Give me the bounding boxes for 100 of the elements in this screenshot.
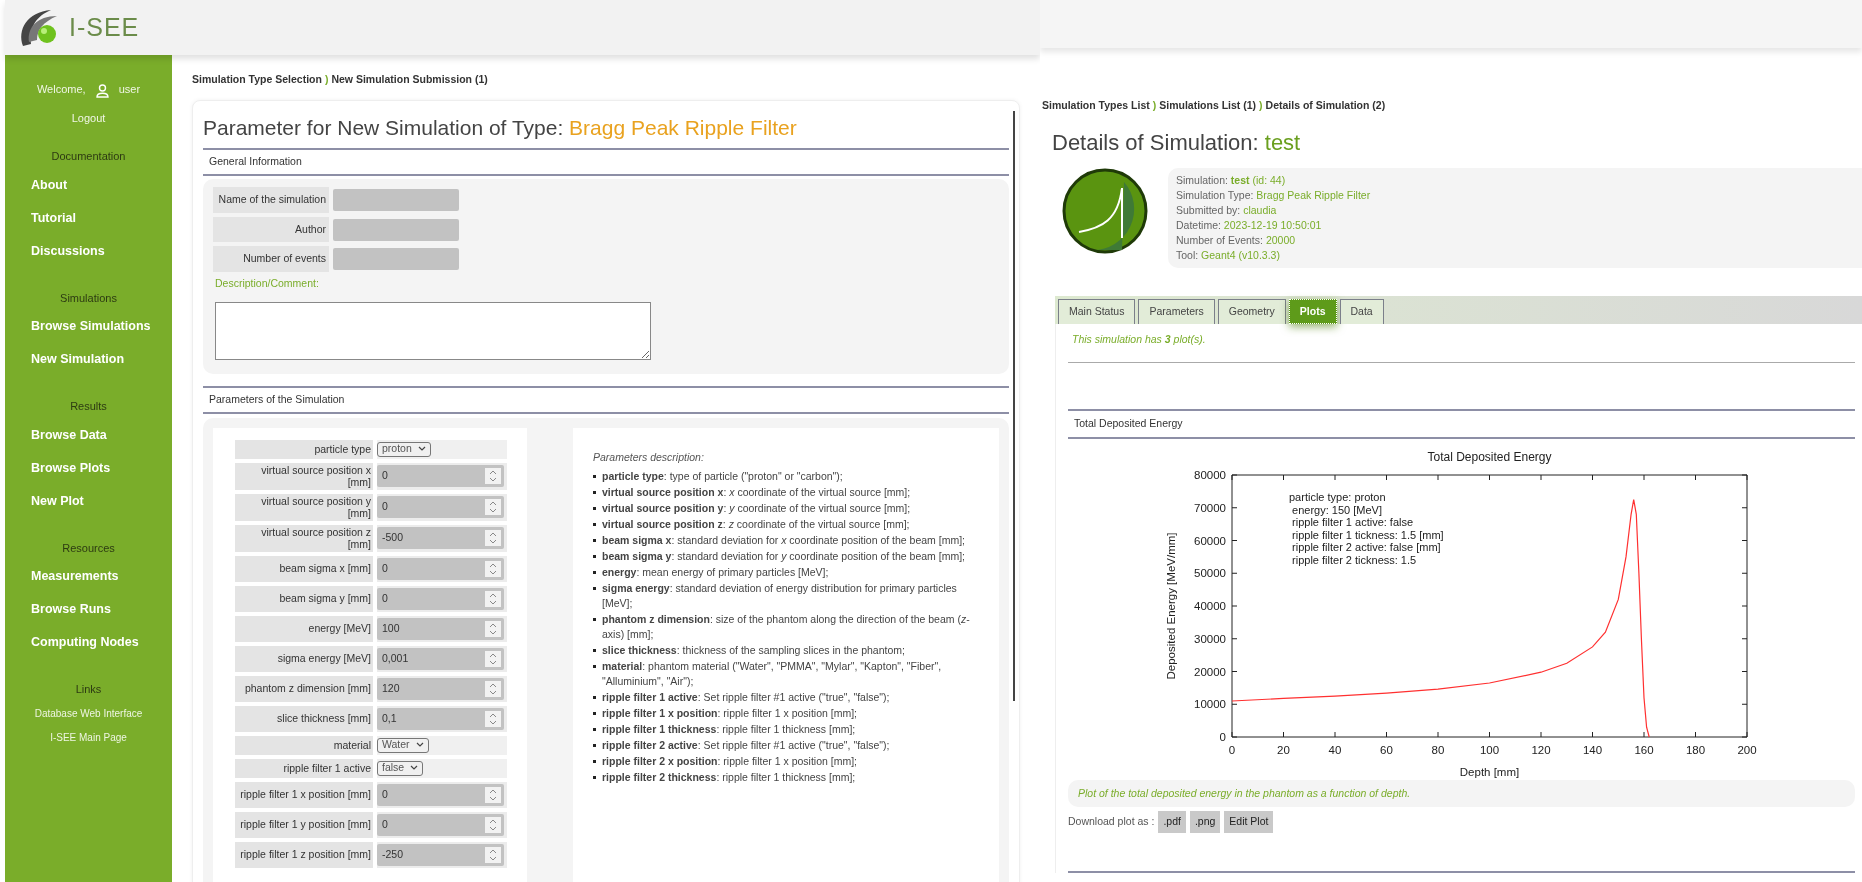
input-field[interactable]	[333, 218, 459, 241]
number-field[interactable]: 0	[377, 465, 504, 488]
tick-label: 120	[1530, 743, 1551, 756]
number-field[interactable]: -250	[377, 843, 504, 866]
section-header: General Information	[203, 148, 1009, 176]
tick-label: 80000	[1193, 468, 1226, 481]
field-label: particle type	[235, 439, 373, 459]
info-line: Simulation: test (id: 44)	[1176, 173, 1287, 189]
number-field[interactable]: 0,1	[377, 707, 504, 730]
field-label: phantom z dimension [mm]	[235, 675, 373, 702]
spin-button[interactable]	[485, 650, 501, 667]
bullet-icon	[593, 539, 596, 543]
spin-button[interactable]	[485, 846, 501, 863]
curve-logo-icon	[1062, 168, 1148, 255]
input-field[interactable]	[333, 248, 459, 271]
bullet-icon	[593, 618, 596, 622]
description-text: energy: mean energy of primary particles [MeV];	[602, 565, 829, 581]
spin-button[interactable]	[485, 560, 501, 577]
bullet-icon	[593, 696, 596, 700]
spin-button[interactable]	[485, 786, 501, 803]
bullet-icon	[593, 712, 596, 716]
number-field[interactable]: 120	[377, 677, 504, 700]
spin-button[interactable]	[485, 590, 501, 607]
info-line: Tool: Geant4 (v10.3.3)	[1176, 248, 1281, 264]
download-button[interactable]: .png	[1189, 811, 1221, 834]
sidebar-heading: Simulations	[59, 290, 118, 306]
tab[interactable]: Main Status	[1058, 299, 1136, 325]
field-label: Name of the simulation	[213, 186, 329, 213]
bullet-icon	[593, 555, 596, 559]
breadcrumb-separator: )	[1152, 98, 1157, 113]
select-field[interactable]: Water	[377, 737, 429, 753]
tab[interactable]: Parameters	[1138, 299, 1215, 325]
caret-icon	[417, 446, 426, 453]
page-title: Details of Simulation: test	[1052, 129, 1302, 157]
bullet-icon	[593, 728, 596, 732]
breadcrumb-current: New Simulation Submission (1)	[331, 72, 488, 87]
tick-label: 60	[1379, 743, 1393, 756]
spin-button[interactable]	[485, 530, 501, 547]
spin-button[interactable]	[485, 680, 501, 697]
tick-label: 10000	[1193, 697, 1226, 710]
info-line: Simulation Type: Bragg Peak Ripple Filter	[1176, 188, 1372, 204]
field-label: virtual source position y [mm]	[235, 493, 373, 521]
field-label: virtual source position x [mm]	[235, 462, 373, 490]
description-text: beam sigma x: standard deviation for x coordinate position of the beam [mm];	[602, 533, 966, 549]
number-field[interactable]: 0	[377, 496, 504, 519]
info-line: Datetime: 2023-12-19 10:50:01	[1176, 218, 1323, 234]
spin-button[interactable]	[485, 499, 501, 516]
breadcrumb-link[interactable]: Simulations List (1)	[1159, 98, 1257, 114]
number-field[interactable]: 0,001	[377, 647, 504, 670]
annotation-line: energy: 150 [MeV]	[1291, 503, 1382, 516]
tick-label: 80	[1431, 743, 1444, 756]
annotation-line: ripple filter 1 tickness: 1.5 [mm]	[1291, 528, 1444, 541]
description-title: Parameters description:	[593, 449, 705, 465]
number-field[interactable]: -500	[377, 527, 504, 550]
field-label: slice thickness [mm]	[235, 705, 373, 732]
field-label: ripple filter 1 y position [mm]	[235, 811, 373, 838]
field-label: sigma energy [MeV]	[235, 645, 373, 672]
description-text: virtual source position y: y coordinate of the virtual source [mm];	[602, 501, 911, 517]
number-field[interactable]: 0	[377, 557, 504, 580]
plot-count-text: This simulation has 3 plot(s).	[1072, 332, 1207, 348]
comment-field[interactable]	[215, 301, 651, 360]
number-field[interactable]: 100	[377, 617, 504, 640]
spin-button[interactable]	[485, 468, 501, 485]
breadcrumb-link[interactable]: Simulation Type Selection	[192, 72, 322, 92]
scrollbar[interactable]	[1013, 111, 1015, 701]
spin-button[interactable]	[485, 620, 501, 637]
download-button[interactable]: Edit Plot	[1224, 811, 1274, 834]
breadcrumb-separator: )	[1259, 98, 1263, 113]
field-label: ripple filter 1 active	[235, 758, 373, 778]
bullet-icon	[593, 649, 596, 653]
sidebar-heading: Links	[74, 682, 103, 697]
select-field[interactable]: false	[377, 760, 424, 776]
description-text: ripple filter 1 thickness: ripple filter 1 thickness [mm];	[602, 722, 856, 738]
welcome-text: Welcome,	[36, 82, 86, 97]
description-text: slice thickness: thickness of the sampling slices in the phantom;	[602, 643, 905, 659]
user-icon	[95, 83, 109, 98]
tick-label: 30000	[1193, 632, 1226, 645]
info-line: Number of Events: 20000	[1176, 233, 1297, 249]
breadcrumb-link[interactable]: Simulation Types List	[1042, 98, 1150, 114]
input-field[interactable]	[333, 188, 459, 211]
field-label: ripple filter 1 x position [mm]	[235, 781, 373, 808]
tab[interactable]: Geometry	[1217, 299, 1286, 325]
bullet-icon	[593, 507, 596, 511]
description-text: particle type: type of particle ("proton" or "carbon");	[602, 469, 843, 485]
number-field[interactable]: 0	[377, 783, 504, 806]
select-field[interactable]: proton	[377, 441, 431, 457]
field-label: ripple filter 1 z position [mm]	[235, 841, 373, 868]
description-text: ripple filter 2 x position: ripple filter 1 x position [mm];	[602, 754, 857, 770]
spin-button[interactable]	[485, 816, 501, 833]
field-label: energy [MeV]	[235, 615, 373, 642]
number-field[interactable]: 0	[377, 587, 504, 610]
description-text: virtual source position x: x coordinate of the virtual source [mm];	[602, 485, 911, 501]
spin-button[interactable]	[485, 710, 501, 727]
tab[interactable]: Data	[1339, 299, 1384, 325]
number-field[interactable]: 0	[377, 813, 504, 836]
download-button[interactable]: .pdf	[1158, 811, 1186, 834]
bullet-icon	[593, 744, 596, 748]
description-text: ripple filter 1 x position: ripple filter 1 x position [mm];	[602, 706, 857, 722]
bullet-icon	[593, 665, 596, 669]
field-label: Description/Comment:	[215, 276, 320, 292]
